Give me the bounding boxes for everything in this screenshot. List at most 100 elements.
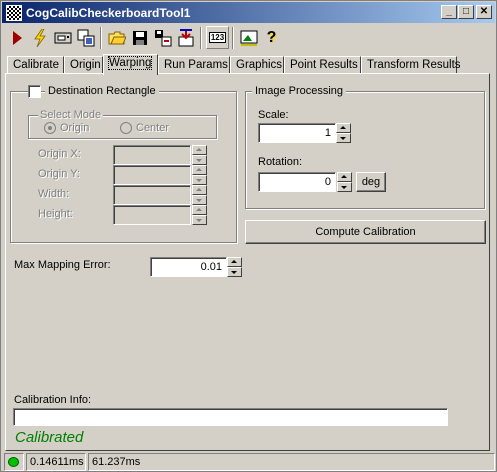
window-title: CogCalibCheckerboardTool1 [26, 6, 191, 20]
tab-label: Warping [107, 56, 153, 70]
destination-rectangle-label: Destination Rectangle [45, 85, 159, 97]
spin-down-button[interactable] [337, 182, 352, 192]
spin-down-button[interactable] [192, 175, 207, 185]
height-spinner[interactable] [192, 205, 207, 225]
rotation-spinner[interactable] [337, 172, 352, 192]
select-mode-label: Select Mode [38, 109, 104, 121]
mode-origin-label: Origin [60, 122, 90, 134]
spin-up-button[interactable] [192, 205, 207, 215]
toolbar-separator [100, 27, 102, 49]
import-button[interactable] [174, 26, 197, 49]
origin-y-field[interactable] [113, 165, 191, 185]
spin-up-button[interactable] [192, 145, 207, 155]
scale-spinner[interactable] [336, 123, 351, 143]
numeric-display-button[interactable]: 123 [206, 26, 229, 49]
spin-down-button[interactable] [192, 215, 207, 225]
status-bar: 0.14611ms 61.237ms [2, 452, 495, 471]
tab-origin[interactable]: Origin [64, 56, 103, 74]
total-time-cell: 61.237ms [88, 453, 495, 471]
spin-down-button[interactable] [336, 133, 351, 143]
calibration-info-label: Calibration Info: [14, 394, 92, 406]
scale-label: Scale: [258, 109, 289, 121]
tab-run-params[interactable]: Run Params [158, 56, 230, 74]
run-icon [12, 30, 22, 45]
max-mapping-error-label: Max Mapping Error: [14, 259, 111, 271]
spin-up-button[interactable] [337, 172, 352, 182]
numeric-123-icon: 123 [208, 32, 227, 43]
rotation-field[interactable]: 0 [258, 172, 336, 192]
save-icon [132, 30, 147, 45]
tab-label: Calibrate [13, 59, 60, 71]
image-copy-button[interactable] [74, 26, 97, 49]
title-bar[interactable]: CogCalibCheckerboardTool1 _ □ ✕ [2, 2, 495, 23]
tool-window: CogCalibCheckerboardTool1 _ □ ✕ 123 ? Ca… [0, 0, 497, 472]
tab-label: Run Params [164, 59, 228, 71]
lightning-icon [33, 28, 46, 47]
image-copy-icon [77, 29, 94, 46]
destination-rectangle-checkbox[interactable] [28, 85, 41, 98]
status-ok-icon [8, 457, 19, 467]
tab-graphics[interactable]: Graphics [230, 56, 284, 74]
export-button[interactable] [151, 26, 174, 49]
tab-calibrate[interactable]: Calibrate [7, 56, 64, 74]
spin-up-button[interactable] [192, 185, 207, 195]
mode-origin-radio[interactable] [44, 122, 56, 134]
scale-field[interactable]: 1 [258, 123, 336, 143]
open-button[interactable] [105, 26, 128, 49]
height-label: Height: [38, 208, 73, 220]
camera-button[interactable] [51, 26, 74, 49]
toolbar-separator [232, 27, 234, 49]
run-continuous-button[interactable] [28, 26, 51, 49]
tab-strip: Calibrate Origin Warping Run Params Grap… [7, 54, 497, 75]
tab-label: Origin [70, 59, 101, 71]
camera-icon [54, 32, 71, 43]
save-button[interactable] [128, 26, 151, 49]
import-icon [178, 28, 193, 46]
mode-center-label: Center [136, 122, 170, 134]
origin-y-label: Origin Y: [38, 168, 80, 180]
spin-down-button[interactable] [227, 267, 242, 277]
height-field[interactable] [113, 205, 191, 225]
rotation-units-button[interactable]: deg [356, 172, 386, 192]
compute-calibration-button[interactable]: Compute Calibration [245, 220, 486, 244]
spin-up-button[interactable] [227, 257, 242, 267]
checkerboard-icon [6, 5, 22, 21]
tab-warping[interactable]: Warping [103, 54, 158, 75]
origin-x-field[interactable] [113, 145, 191, 165]
spin-down-button[interactable] [192, 195, 207, 205]
maximize-button[interactable]: □ [458, 5, 474, 19]
minimize-button[interactable]: _ [441, 5, 457, 19]
image-display-button[interactable] [237, 26, 260, 49]
export-icon [154, 29, 171, 46]
open-folder-icon [108, 31, 126, 44]
tab-label: Graphics [236, 59, 283, 71]
spin-up-button[interactable] [336, 123, 351, 133]
origin-x-label: Origin X: [38, 148, 81, 160]
toolbar: 123 ? [3, 25, 495, 51]
spin-down-button[interactable] [192, 155, 207, 165]
width-field[interactable] [113, 185, 191, 205]
run-time-cell: 0.14611ms [26, 453, 86, 471]
spin-up-button[interactable] [192, 165, 207, 175]
mode-center-radio[interactable] [120, 122, 132, 134]
tab-transform-results[interactable]: Transform Results [361, 56, 461, 74]
toolbar-separator [200, 27, 202, 49]
image-processing-title: Image Processing [252, 85, 347, 97]
max-mapping-error-spinner[interactable] [227, 257, 242, 277]
tab-label: Transform Results [367, 59, 461, 71]
origin-x-spinner[interactable] [192, 145, 207, 165]
image-icon [240, 30, 257, 46]
help-button[interactable]: ? [260, 26, 283, 49]
width-spinner[interactable] [192, 185, 207, 205]
status-indicator-cell [4, 453, 24, 471]
width-label: Width: [38, 188, 70, 200]
run-button[interactable] [5, 26, 28, 49]
tab-label: Point Results [290, 59, 358, 71]
max-mapping-error-field[interactable]: 0.01 [150, 257, 227, 277]
calibration-info-field[interactable] [13, 408, 448, 426]
origin-y-spinner[interactable] [192, 165, 207, 185]
help-icon: ? [266, 28, 277, 46]
close-button[interactable]: ✕ [476, 5, 492, 19]
radio-dot [48, 126, 52, 130]
tab-point-results[interactable]: Point Results [284, 56, 361, 74]
